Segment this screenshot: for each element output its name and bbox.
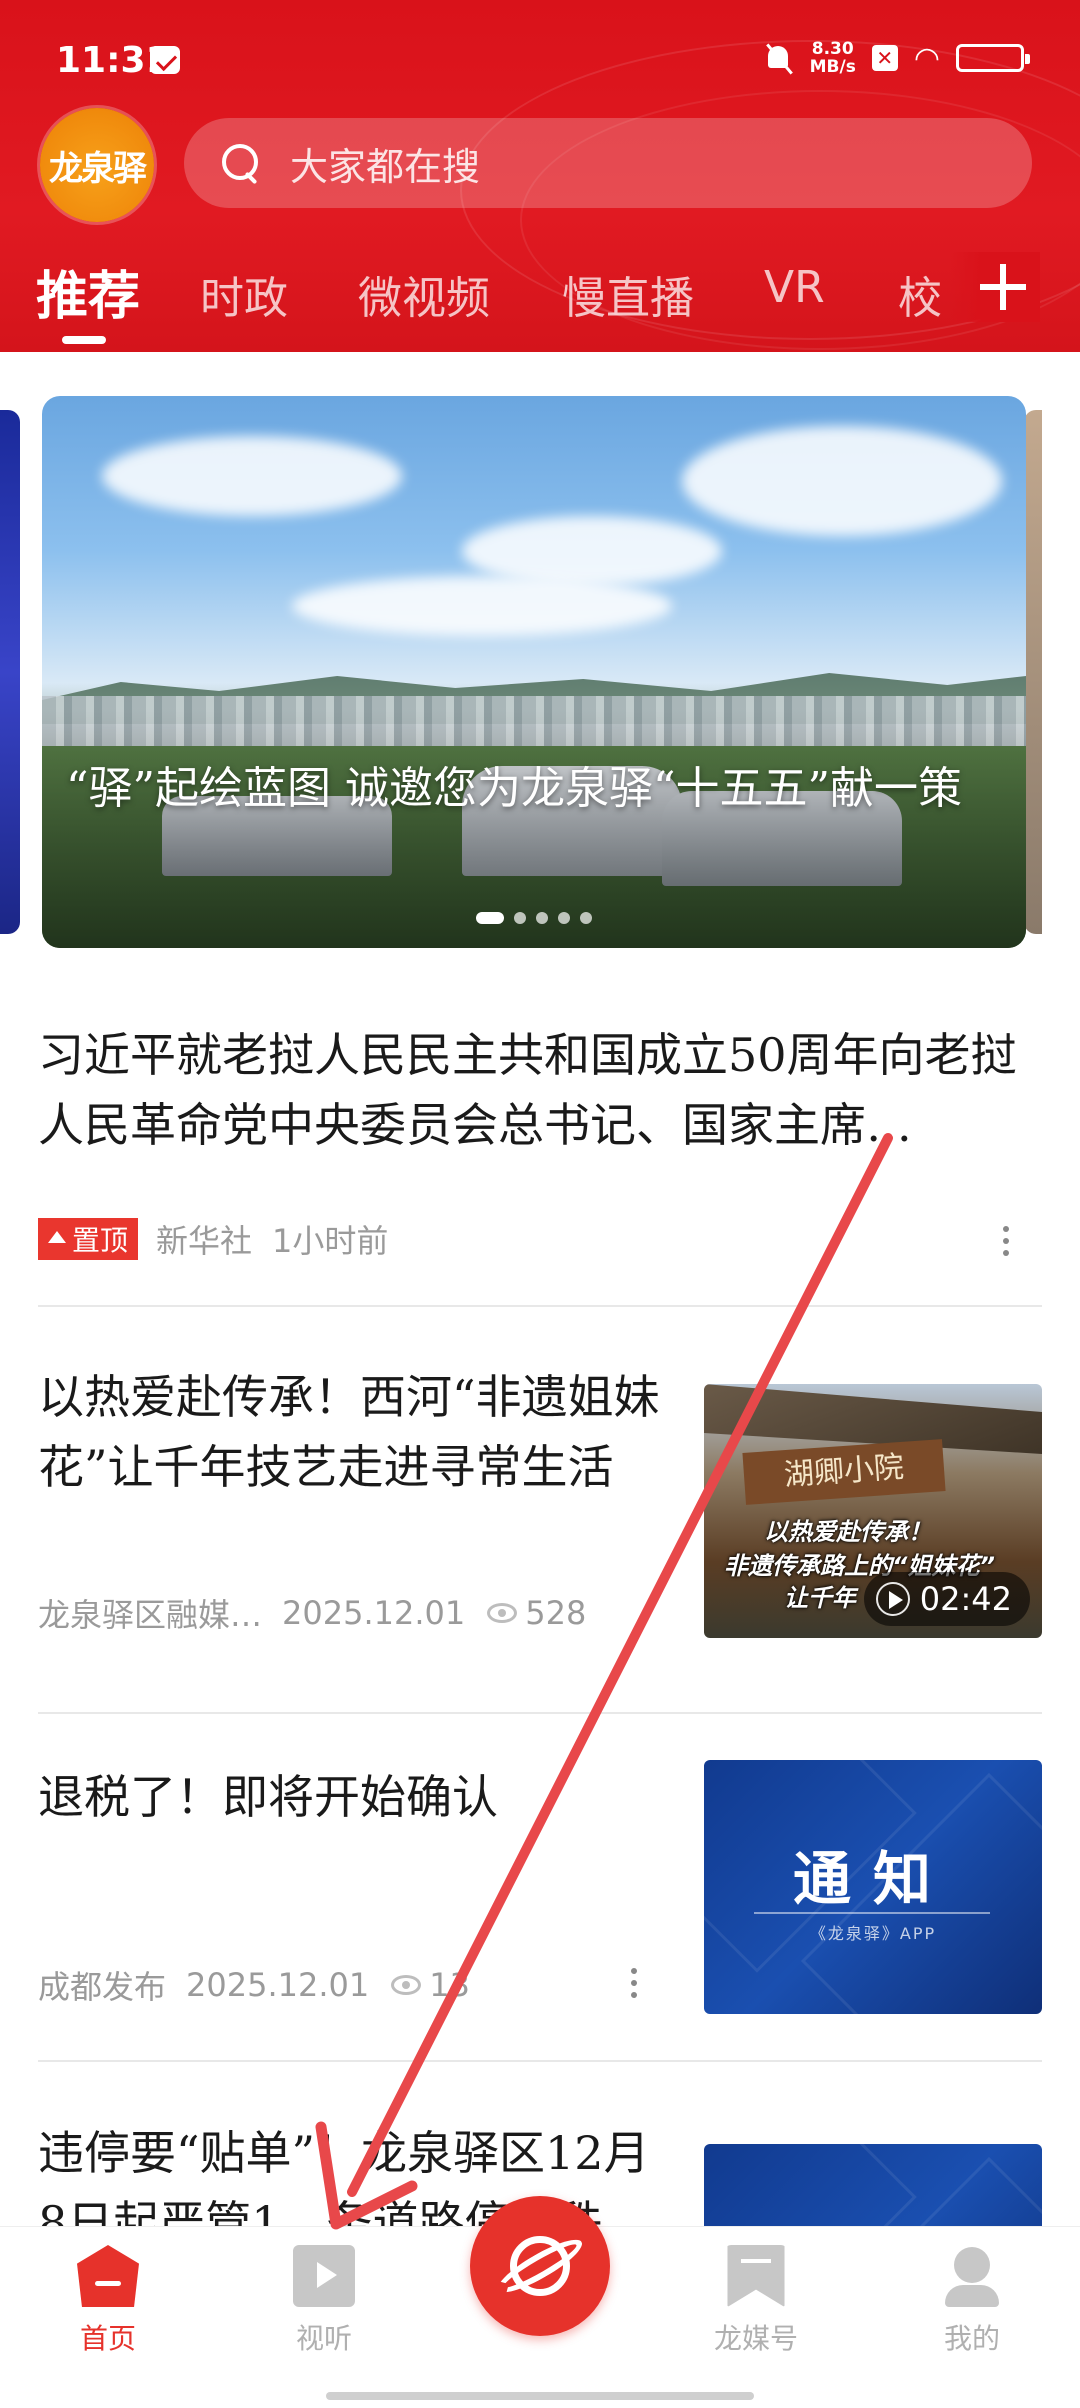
divider (38, 1712, 1042, 1714)
app-logo-text: 龙泉驿 (49, 148, 147, 189)
news-meta: 置顶 新华社 1小时前 (38, 1216, 388, 1262)
tab-campus[interactable]: 校 (898, 262, 942, 326)
news-title: 习近平就老挝人民民主共和国成立50周年向老挝人民革命党中央委员会总书记、国家主席… (38, 1028, 1017, 1152)
network-speed-value: 8.30 (811, 39, 854, 59)
carousel-dot (514, 912, 526, 924)
thumbnail-text: 让千年 (784, 1584, 856, 1612)
banner-image-cloud (292, 576, 672, 636)
carousel-dot (536, 912, 548, 924)
carousel-prev-peek[interactable] (0, 410, 20, 934)
notice-heading: 通知 (792, 1845, 953, 1913)
thumbnail-text: 以热爱赴传承！ (764, 1518, 932, 1546)
pinned-badge-label: 置顶 (72, 1224, 129, 1257)
news-source: 新华社 (156, 1222, 253, 1260)
status-bar: 11:31 8.30 MB/s ✕ ◠ (0, 0, 1080, 120)
carousel-dot (580, 912, 592, 924)
divider (38, 1305, 1042, 1307)
video-thumbnail[interactable]: 湖卿小院 以热爱赴传承！ 非遗传承路上的“姐妹花” 让千年 02:42 (704, 1384, 1042, 1638)
tab-vr[interactable]: VR (764, 262, 825, 313)
divider (38, 2060, 1042, 2062)
nav-home[interactable]: 首页 (38, 2245, 178, 2357)
banner-image-cloud (102, 436, 402, 516)
nav-profile-label: 我的 (943, 2322, 1000, 2355)
app-logo[interactable]: 龙泉驿 (40, 108, 154, 222)
tab-micro-video[interactable]: 微视频 (358, 262, 490, 326)
news-source: 成都发布 (38, 1968, 167, 2006)
notice-thumbnail[interactable] (704, 2144, 1042, 2228)
add-channel-button[interactable] (950, 252, 1040, 322)
banner-image-cloud (682, 426, 1002, 536)
more-options-icon[interactable] (628, 1968, 638, 2002)
video-duration: 02:42 (919, 1580, 1012, 1618)
message-notification-icon (150, 46, 180, 74)
play-icon (875, 1582, 910, 1616)
search-icon (220, 142, 262, 184)
video-duration-badge: 02:42 (863, 1572, 1030, 1626)
tab-recommend[interactable]: 推荐 (36, 254, 140, 329)
news-title: 以热爱赴传承！西河“非遗姐妹花”让千年技艺走进寻常生活 (38, 1370, 660, 1494)
network-speed-unit: MB/s (809, 57, 856, 77)
video-icon (293, 2245, 355, 2307)
mute-icon (764, 42, 794, 74)
search-bar[interactable]: 大家都在搜 (184, 118, 1032, 208)
gesture-home-bar[interactable] (326, 2392, 754, 2400)
news-meta: 龙泉驿区融媒… 2025.12.01 528 (38, 1590, 586, 1636)
news-views: 528 (525, 1594, 587, 1632)
nav-home-label: 首页 (79, 2322, 136, 2355)
more-options-icon[interactable] (1000, 1226, 1010, 1260)
notice-thumbnail[interactable]: 通知 《龙泉驿》APP (704, 1760, 1042, 2014)
views-icon (391, 1975, 422, 1995)
news-date: 2025.12.01 (186, 1966, 370, 2004)
arrow-shaft (347, 1133, 893, 2197)
pin-arrow-icon (48, 1231, 66, 1243)
nav-profile[interactable]: 我的 (902, 2245, 1042, 2357)
news-item-video[interactable]: 以热爱赴传承！西河“非遗姐妹花”让千年技艺走进寻常生活 龙泉驿区融媒… 2025… (38, 1362, 1042, 1638)
nav-audio-video-label: 视听 (295, 2322, 352, 2355)
carousel-dot-active (476, 912, 504, 924)
news-title: 退税了！即将开始确认 (38, 1770, 498, 1824)
news-item-pinned[interactable]: 习近平就老挝人民民主共和国成立50周年向老挝人民革命党中央委员会总书记、国家主席… (38, 1020, 1042, 1290)
nav-audio-video[interactable]: 视听 (254, 2245, 394, 2357)
news-time: 1小时前 (272, 1222, 389, 1260)
search-placeholder: 大家都在搜 (290, 144, 481, 189)
carousel-dots (42, 912, 1026, 924)
home-icon (77, 2245, 139, 2307)
category-tabs: 推荐 时政 微视频 慢直播 VR 校 (0, 250, 1080, 350)
profile-icon (941, 2245, 1003, 2307)
news-meta: 成都发布 2025.12.01 13 (38, 1962, 470, 2008)
notice-subtitle: 《龙泉驿》APP (809, 1924, 937, 1943)
bookmark-icon (727, 2245, 785, 2307)
thumbnail-sign: 湖卿小院 (742, 1439, 946, 1505)
news-item[interactable]: 退税了！即将开始确认 成都发布 2025.12.01 13 通知 《龙泉驿》AP… (38, 1760, 1042, 2032)
battery-icon (956, 44, 1030, 72)
news-source: 龙泉驿区融媒… (38, 1596, 263, 1634)
tab-politics[interactable]: 时政 (200, 262, 288, 326)
pinned-badge: 置顶 (38, 1218, 139, 1260)
status-icons: 8.30 MB/s ✕ ◠ (764, 40, 1030, 76)
network-speed: 8.30 MB/s (810, 40, 856, 76)
carousel-dot (558, 912, 570, 924)
news-views: 13 (429, 1966, 470, 2004)
close-notification-icon: ✕ (871, 45, 898, 71)
tab-slow-live[interactable]: 慢直播 (562, 262, 694, 326)
active-tab-indicator (62, 336, 106, 344)
nav-media-account-label: 龙媒号 (713, 2322, 798, 2355)
notice-rule (754, 1912, 990, 1914)
wifi-icon: ◠ (913, 40, 940, 76)
news-date: 2025.12.01 (282, 1594, 466, 1632)
app-header: 11:31 8.30 MB/s ✕ ◠ 龙泉驿 大家都在搜 推荐 时政 微视频 … (0, 0, 1080, 352)
center-planet-button[interactable] (470, 2196, 610, 2336)
views-icon (487, 1603, 518, 1623)
banner-caption: “驿”起绘蓝图 诚邀您为龙泉驿“十五五”献一策 (66, 763, 962, 814)
banner-carousel[interactable]: “驿”起绘蓝图 诚邀您为龙泉驿“十五五”献一策 (42, 396, 1026, 948)
carousel-next-peek[interactable] (1024, 410, 1042, 934)
nav-media-account[interactable]: 龙媒号 (686, 2245, 826, 2357)
